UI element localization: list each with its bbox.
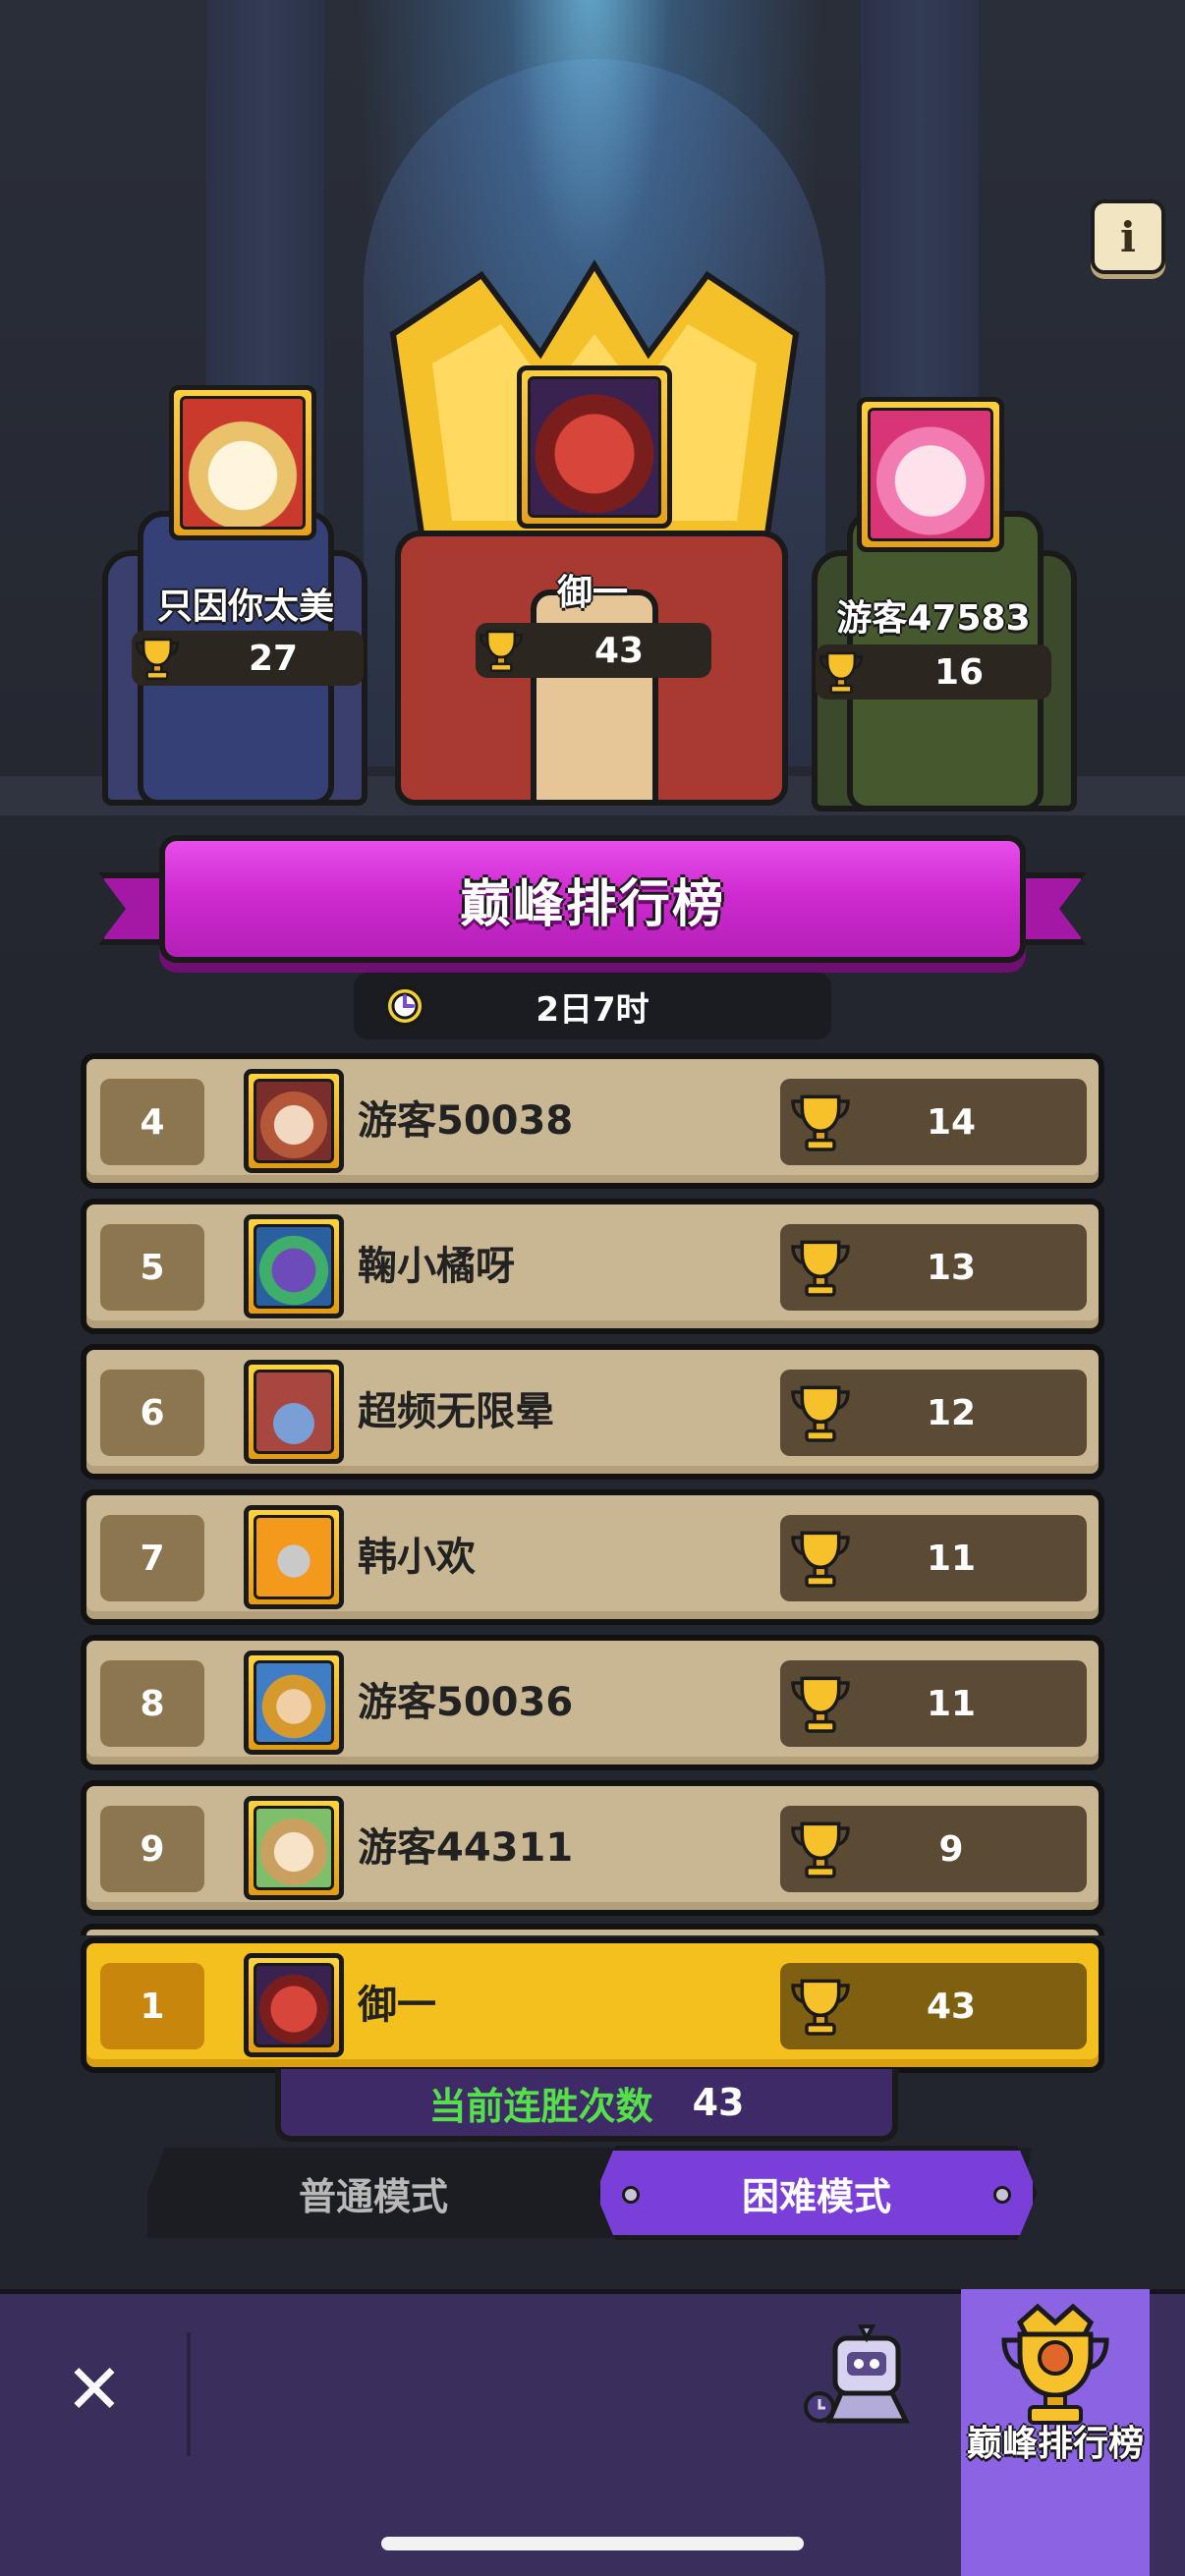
close-button[interactable]: ✕ xyxy=(59,2354,130,2425)
rank-badge: 9 xyxy=(100,1806,204,1892)
rank-badge: 7 xyxy=(100,1515,204,1601)
player-name: 游客44311 xyxy=(358,1825,574,1871)
trophy-icon xyxy=(791,1385,850,1442)
banner-main: 巅峰排行榜 xyxy=(159,835,1026,963)
trophy-icon xyxy=(791,1821,850,1878)
avatar xyxy=(244,1505,344,1609)
table-row[interactable]: 8 游客50036 11 xyxy=(81,1635,1104,1770)
win-streak-bar: 当前连胜次数 43 xyxy=(275,2069,898,2142)
list-scroll-edge xyxy=(81,1924,1104,1935)
trophy-score: 12 xyxy=(780,1370,1087,1456)
table-row[interactable]: 7 韩小欢 11 xyxy=(81,1489,1104,1625)
podium-name: 御一 xyxy=(556,573,628,613)
self-row[interactable]: 1 御一 43 xyxy=(81,1937,1104,2073)
trophy-icon xyxy=(791,1979,850,2036)
season-timer: 2日7时 xyxy=(354,973,831,1039)
player-name: 韩小欢 xyxy=(358,1535,476,1580)
table-row[interactable]: 6 超频无限晕 12 xyxy=(81,1344,1104,1480)
table-row[interactable]: 9 游客44311 9 xyxy=(81,1780,1104,1916)
trophy-count: 13 xyxy=(926,1247,977,1288)
leaderboard-screen: i 只因你太美 27 御一 43 游客47583 16 巅峰排行榜 2日7时 4… xyxy=(0,0,1185,2576)
trophy-icon xyxy=(791,1094,850,1151)
avatar xyxy=(244,1360,344,1464)
avatar[interactable] xyxy=(857,397,1004,552)
podium-trophies: 27 xyxy=(132,631,364,686)
robe-lining xyxy=(531,589,658,806)
trophy-icon xyxy=(791,1676,850,1733)
avatar xyxy=(244,1796,344,1900)
trophy-count: 9 xyxy=(938,1828,964,1870)
robot-icon[interactable] xyxy=(796,2319,924,2436)
player-name: 鞠小橘呀 xyxy=(358,1244,515,1289)
trophy-count: 11 xyxy=(926,1683,977,1724)
podium-trophies: 16 xyxy=(816,644,1051,700)
info-icon[interactable]: i xyxy=(1091,199,1165,274)
trophy-icon xyxy=(135,638,180,681)
nav-tab-leaderboard[interactable]: 巅峰排行榜 xyxy=(961,2289,1150,2576)
rank-badge: 6 xyxy=(100,1370,204,1456)
trophy-score: 11 xyxy=(780,1660,1087,1747)
table-row[interactable]: 4 游客50038 14 xyxy=(81,1053,1104,1189)
trophy-score: 11 xyxy=(780,1515,1087,1601)
trophy-icon xyxy=(791,1531,850,1588)
trophy-score: 14 xyxy=(780,1079,1087,1165)
podium-trophies: 43 xyxy=(476,623,711,678)
trophy-icon xyxy=(1001,2303,1109,2425)
avatar xyxy=(244,1214,344,1318)
trophy-score: 9 xyxy=(780,1806,1087,1892)
rank-badge: 5 xyxy=(100,1224,204,1311)
avatar[interactable] xyxy=(169,385,316,540)
trophy-count: 43 xyxy=(926,1986,977,2027)
clock-icon xyxy=(384,985,425,1027)
home-indicator[interactable] xyxy=(381,2537,804,2550)
trophy-score: 43 xyxy=(780,1963,1087,2049)
player-name: 超频无限晕 xyxy=(358,1389,554,1434)
dot-icon xyxy=(993,2186,1011,2204)
trophy-count: 16 xyxy=(933,651,985,693)
rank-badge: 4 xyxy=(100,1079,204,1165)
player-name: 御一 xyxy=(358,1983,436,2028)
normal-mode-button[interactable]: 普通模式 xyxy=(167,2148,580,2238)
trophy-count: 14 xyxy=(926,1101,977,1143)
page-title: 巅峰排行榜 xyxy=(459,874,725,934)
rank-badge: 8 xyxy=(100,1660,204,1747)
timer-text: 2日7时 xyxy=(536,989,649,1030)
streak-label: 当前连胜次数 xyxy=(428,2084,653,2128)
avatar xyxy=(244,1069,344,1173)
trophy-icon xyxy=(479,630,524,673)
trophy-icon xyxy=(791,1240,850,1297)
trophy-score: 13 xyxy=(780,1224,1087,1311)
nav-tab-label: 巅峰排行榜 xyxy=(966,2424,1144,2464)
trophy-count: 12 xyxy=(926,1392,977,1433)
player-name: 游客50038 xyxy=(358,1098,574,1144)
player-name: 游客50036 xyxy=(358,1680,574,1725)
hard-mode-button[interactable]: 困难模式 xyxy=(595,2146,1038,2240)
leaderboard-banner: 巅峰排行榜 xyxy=(98,835,1087,975)
podium-name: 只因你太美 xyxy=(156,587,334,627)
avatar xyxy=(244,1651,344,1755)
divider xyxy=(187,2332,191,2456)
trophy-count: 43 xyxy=(593,630,645,671)
hard-mode-label: 困难模式 xyxy=(741,2174,891,2218)
avatar[interactable] xyxy=(517,365,672,529)
trophy-icon xyxy=(818,651,864,695)
table-row[interactable]: 5 鞠小橘呀 13 xyxy=(81,1199,1104,1334)
rank-badge: 1 xyxy=(100,1963,204,2049)
trophy-count: 27 xyxy=(248,638,299,679)
trophy-count: 11 xyxy=(926,1538,977,1579)
avatar xyxy=(244,1953,344,2057)
streak-value: 43 xyxy=(692,2081,745,2124)
podium-name: 游客47583 xyxy=(836,598,1031,639)
dot-icon xyxy=(622,2186,640,2204)
